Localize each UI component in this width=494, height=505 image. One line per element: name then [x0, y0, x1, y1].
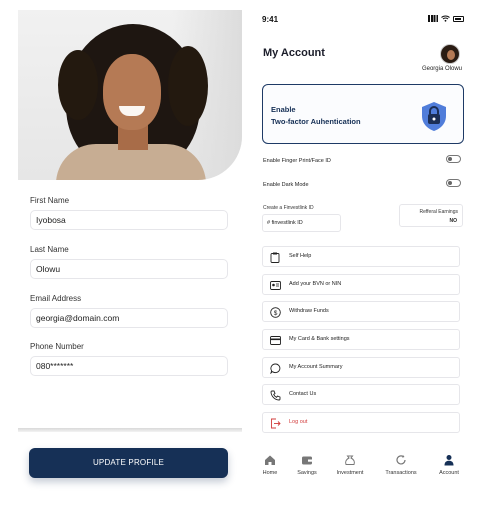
- menu-label: My Account Summary: [289, 364, 343, 370]
- tab-account[interactable]: Account: [429, 454, 469, 476]
- tab-savings[interactable]: Savings: [287, 454, 327, 476]
- phone-icon: [269, 389, 281, 401]
- email-label: Email Address: [30, 294, 82, 303]
- first-name-label: First Name: [30, 196, 70, 205]
- twofa-line2: Two-factor Auhentication: [271, 117, 361, 126]
- tab-home[interactable]: Home: [250, 454, 290, 476]
- menu-withdraw[interactable]: $ Withdraw Funds: [262, 301, 460, 322]
- credit-card-icon: [269, 334, 281, 346]
- enable-2fa-card[interactable]: Enable Two-factor Auhentication: [262, 84, 464, 144]
- menu-self-help[interactable]: Self Help: [262, 246, 460, 267]
- first-name-input[interactable]: Iyobosa: [30, 210, 228, 230]
- referral-earnings-box: Refferal Earnings NO: [399, 204, 463, 227]
- bottom-tab-bar: Home Savings Investment Transactions Acc…: [258, 450, 472, 490]
- profile-photo: [18, 10, 242, 180]
- last-name-input[interactable]: Olowu: [30, 259, 228, 279]
- dark-mode-toggle[interactable]: [446, 179, 461, 187]
- tab-label: Investment: [336, 470, 364, 476]
- clipboard-icon: [269, 251, 281, 263]
- battery-icon: [453, 15, 464, 22]
- divider: [18, 428, 242, 432]
- person-icon: [444, 455, 454, 466]
- tab-label: Home: [262, 470, 278, 476]
- menu-card-bank[interactable]: My Card & Bank settings: [262, 329, 460, 350]
- menu-label: My Card & Bank settings: [289, 336, 350, 342]
- account-screen: 9:41 My Account Georgia Olowu Enable Two…: [258, 10, 472, 498]
- menu-label: Contact Us: [289, 391, 317, 397]
- menu-label: Log out: [289, 419, 308, 425]
- last-name-label: Last Name: [30, 245, 69, 254]
- home-icon: [265, 455, 275, 465]
- page-title: My Account: [263, 47, 325, 59]
- finvestlink-input[interactable]: # finvestlink ID: [262, 214, 341, 232]
- tab-label: Transactions: [385, 470, 417, 476]
- fingerprint-toggle-row: Enable Finger Print/Face ID: [263, 155, 463, 164]
- avatar[interactable]: [440, 44, 460, 64]
- referral-label: Refferal Earnings: [419, 209, 458, 215]
- id-card-icon: [269, 279, 281, 291]
- phone-input[interactable]: 080*******: [30, 356, 228, 376]
- menu-contact-us[interactable]: Contact Us: [262, 384, 460, 405]
- bag-icon: [345, 455, 355, 465]
- tab-investment[interactable]: Investment: [330, 454, 370, 476]
- dark-mode-toggle-row: Enable Dark Mode: [263, 179, 463, 188]
- status-icons: [428, 15, 464, 22]
- status-time: 9:41: [262, 15, 279, 24]
- fingerprint-label: Enable Finger Print/Face ID: [263, 158, 331, 164]
- menu-add-bvn[interactable]: Add your BVN or NIN: [262, 274, 460, 295]
- tab-transactions[interactable]: Transactions: [381, 454, 421, 476]
- twofa-line1: Enable: [271, 105, 296, 114]
- email-input[interactable]: georgia@domain.com: [30, 308, 228, 328]
- menu-label: Self Help: [289, 253, 312, 259]
- menu-label: Add your BVN or NIN: [289, 281, 342, 287]
- first-name-field: First Name Iyobosa: [30, 196, 228, 230]
- signal-icon: [428, 15, 438, 22]
- menu-label: Withdraw Funds: [289, 308, 329, 314]
- menu-logout[interactable]: Log out: [262, 412, 460, 433]
- tab-label: Account: [439, 470, 459, 476]
- phone-label: Phone Number: [30, 342, 84, 351]
- refresh-icon: [396, 455, 406, 465]
- tab-label: Savings: [297, 470, 317, 476]
- menu-account-summary[interactable]: My Account Summary: [262, 357, 460, 378]
- svg-text:$: $: [273, 309, 277, 316]
- logout-icon: [269, 417, 281, 429]
- referral-value: NO: [449, 218, 458, 224]
- dark-mode-label: Enable Dark Mode: [263, 182, 309, 188]
- chat-bubble-icon: [269, 362, 281, 374]
- last-name-field: Last Name Olowu: [30, 245, 228, 279]
- user-name: Georgia Olowu: [421, 66, 462, 72]
- fingerprint-toggle[interactable]: [446, 155, 461, 163]
- wallet-icon: [302, 456, 312, 465]
- wifi-icon: [441, 15, 450, 22]
- finvestlink-label: Create a Finvestlink ID: [263, 205, 314, 211]
- update-profile-button[interactable]: UPDATE PROFILE: [29, 448, 228, 478]
- dollar-coin-icon: $: [269, 306, 281, 318]
- security-lock-icon: [422, 102, 446, 131]
- phone-field: Phone Number 080*******: [30, 342, 228, 376]
- profile-editor: First Name Iyobosa Last Name Olowu Email…: [18, 10, 242, 498]
- email-field: Email Address georgia@domain.com: [30, 294, 228, 328]
